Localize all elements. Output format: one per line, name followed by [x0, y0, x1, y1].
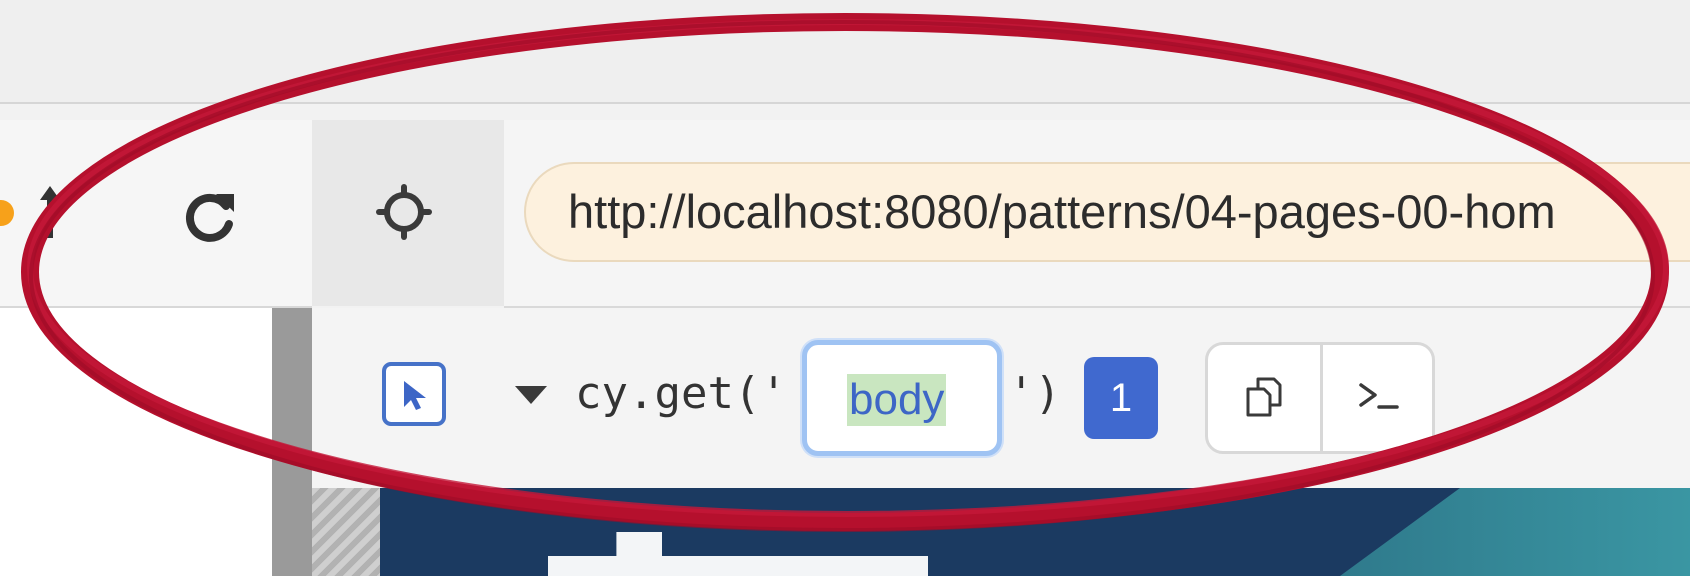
panel-scrollbar[interactable]	[272, 308, 312, 576]
copy-icon	[1246, 377, 1282, 417]
reload-button[interactable]	[180, 186, 240, 246]
caret-down-icon[interactable]	[515, 386, 547, 404]
selector-input[interactable]: body	[802, 340, 1002, 456]
selector-actions	[1205, 342, 1435, 454]
command-log-panel	[0, 308, 272, 576]
arrow-up-icon	[40, 186, 60, 238]
match-count-badge: 1	[1084, 357, 1158, 439]
selector-pointer-icon	[404, 381, 426, 410]
console-icon	[1359, 383, 1399, 409]
copy-button[interactable]	[1208, 345, 1323, 451]
top-strip	[0, 0, 1690, 104]
code-suffix: ')	[1008, 368, 1061, 419]
selector-pointer-button[interactable]	[382, 362, 446, 426]
reload-icon	[185, 193, 234, 242]
app-preview	[380, 488, 1690, 576]
viewport-gutter	[312, 488, 380, 576]
preview-accent-shape	[1340, 488, 1690, 576]
preview-hero-text-shape	[548, 532, 928, 576]
code-prefix: cy.get('	[575, 368, 787, 419]
url-bar[interactable]: http://localhost:8080/patterns/04-pages-…	[524, 162, 1690, 262]
print-to-console-button[interactable]	[1323, 345, 1432, 451]
selector-value: body	[847, 374, 947, 426]
selector-playground-toggle[interactable]	[312, 120, 506, 306]
crosshair-icon	[376, 184, 432, 240]
